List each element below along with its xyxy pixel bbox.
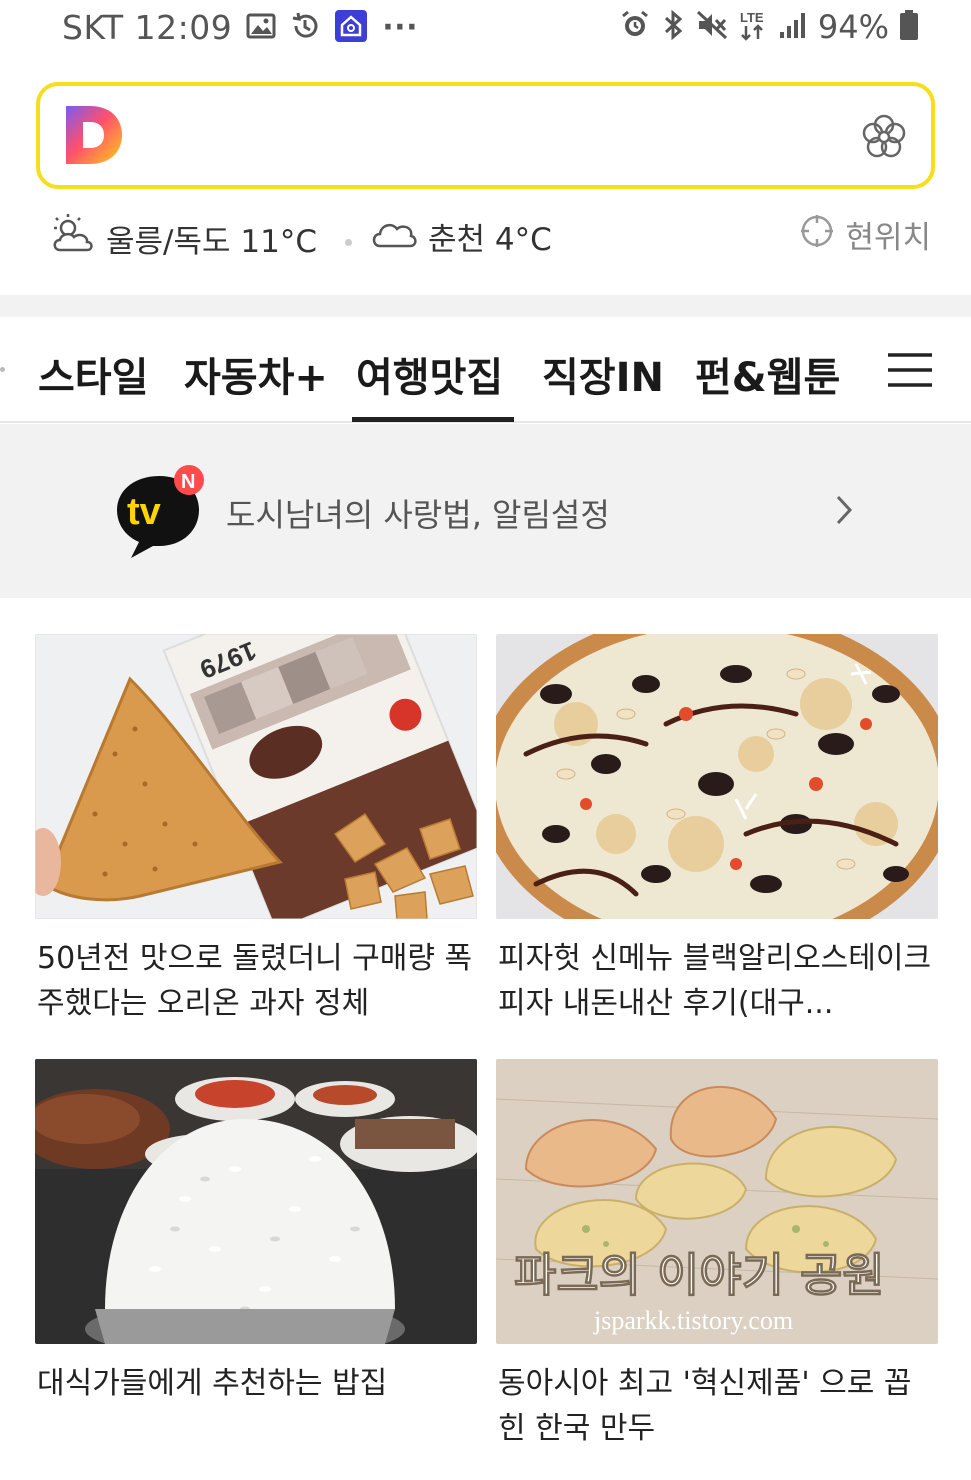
status-bar: SKT 12:09 ··· LTE 94% bbox=[0, 0, 971, 62]
current-location-button[interactable]: 현위치 bbox=[799, 212, 931, 257]
tab-work[interactable]: 직장IN bbox=[542, 345, 664, 403]
lte-label: LTE bbox=[740, 10, 764, 25]
scroll-hint bbox=[0, 367, 5, 372]
section-divider bbox=[0, 295, 971, 317]
flower-icon[interactable] bbox=[859, 112, 909, 166]
tv-notice-banner[interactable]: tv N 도시남녀의 사랑법, 알림설정 bbox=[0, 424, 971, 598]
more-icon: ··· bbox=[382, 10, 418, 45]
new-badge: N bbox=[181, 471, 195, 493]
chevron-right-icon bbox=[832, 492, 856, 532]
article-title-1[interactable]: 50년전 맛으로 돌렸더니 구매량 폭주했다는 오리온 과자 정체 bbox=[37, 936, 477, 1026]
tab-style[interactable]: 스타일 bbox=[38, 345, 148, 403]
tab-car[interactable]: 자동차+ bbox=[184, 345, 328, 403]
daum-logo[interactable] bbox=[64, 104, 124, 170]
weather-separator bbox=[345, 239, 352, 246]
lte-icon: LTE bbox=[738, 9, 768, 45]
weather-item-2-text: 춘천 4°C bbox=[428, 221, 552, 258]
current-location-label: 현위치 bbox=[845, 220, 931, 256]
history-icon bbox=[290, 11, 320, 45]
gallery-icon bbox=[246, 12, 276, 44]
weather-bar: 울릉/독도 11°C 춘천 4°C 현위치 bbox=[0, 212, 971, 272]
weather-item-1-text: 울릉/독도 11°C bbox=[106, 223, 317, 260]
article-thumbnail-1[interactable]: 1979 bbox=[35, 634, 477, 919]
active-tab-indicator bbox=[352, 417, 514, 422]
mute-icon bbox=[696, 10, 728, 44]
home-app-icon bbox=[334, 9, 368, 47]
article-thumbnail-4[interactable]: 파크의 이야기 공원 jsparkk.tistory.com bbox=[496, 1059, 938, 1344]
article-thumbnail-2[interactable] bbox=[496, 634, 938, 919]
article-title-4[interactable]: 동아시아 최고 '혁신제품' 으로 꼽힌 한국 만두 bbox=[498, 1361, 938, 1451]
weather-item-2[interactable]: 춘천 4°C bbox=[370, 212, 552, 260]
crosshair-icon bbox=[799, 213, 835, 257]
tab-travel-food[interactable]: 여행맛집 bbox=[356, 345, 503, 403]
watermark-url: jsparkk.tistory.com bbox=[593, 1306, 793, 1335]
bluetooth-icon bbox=[660, 9, 686, 45]
watermark-title: 파크의 이야기 공원 bbox=[514, 1248, 885, 1302]
battery-percent: 94% bbox=[817, 8, 889, 46]
tv-notice-text: 도시남녀의 사랑법, 알림설정 bbox=[226, 496, 610, 534]
hamburger-menu-icon[interactable] bbox=[886, 351, 934, 393]
search-box[interactable] bbox=[36, 82, 935, 189]
article-title-3[interactable]: 대식가들에게 추천하는 밥집 bbox=[37, 1361, 477, 1406]
partly-cloudy-icon bbox=[48, 212, 96, 264]
tv-logo-text: tv bbox=[127, 491, 161, 533]
battery-icon bbox=[899, 9, 919, 45]
cloud-icon bbox=[370, 212, 418, 260]
category-tabs: 스타일 자동차+ 여행맛집 직장IN 펀&웹툰 bbox=[0, 317, 971, 423]
tab-fun-webtoon[interactable]: 펀&웹툰 bbox=[695, 345, 840, 403]
kakao-tv-logo: tv N bbox=[115, 464, 207, 564]
signal-icon bbox=[778, 10, 808, 44]
carrier-time: SKT 12:09 bbox=[62, 8, 233, 47]
alarm-icon bbox=[620, 10, 650, 44]
weather-item-1[interactable]: 울릉/독도 11°C bbox=[48, 212, 317, 264]
article-title-2[interactable]: 피자헛 신메뉴 블랙알리오스테이크 피자 내돈내산 후기(대구... bbox=[498, 936, 938, 1026]
article-thumbnail-3[interactable] bbox=[35, 1059, 477, 1344]
